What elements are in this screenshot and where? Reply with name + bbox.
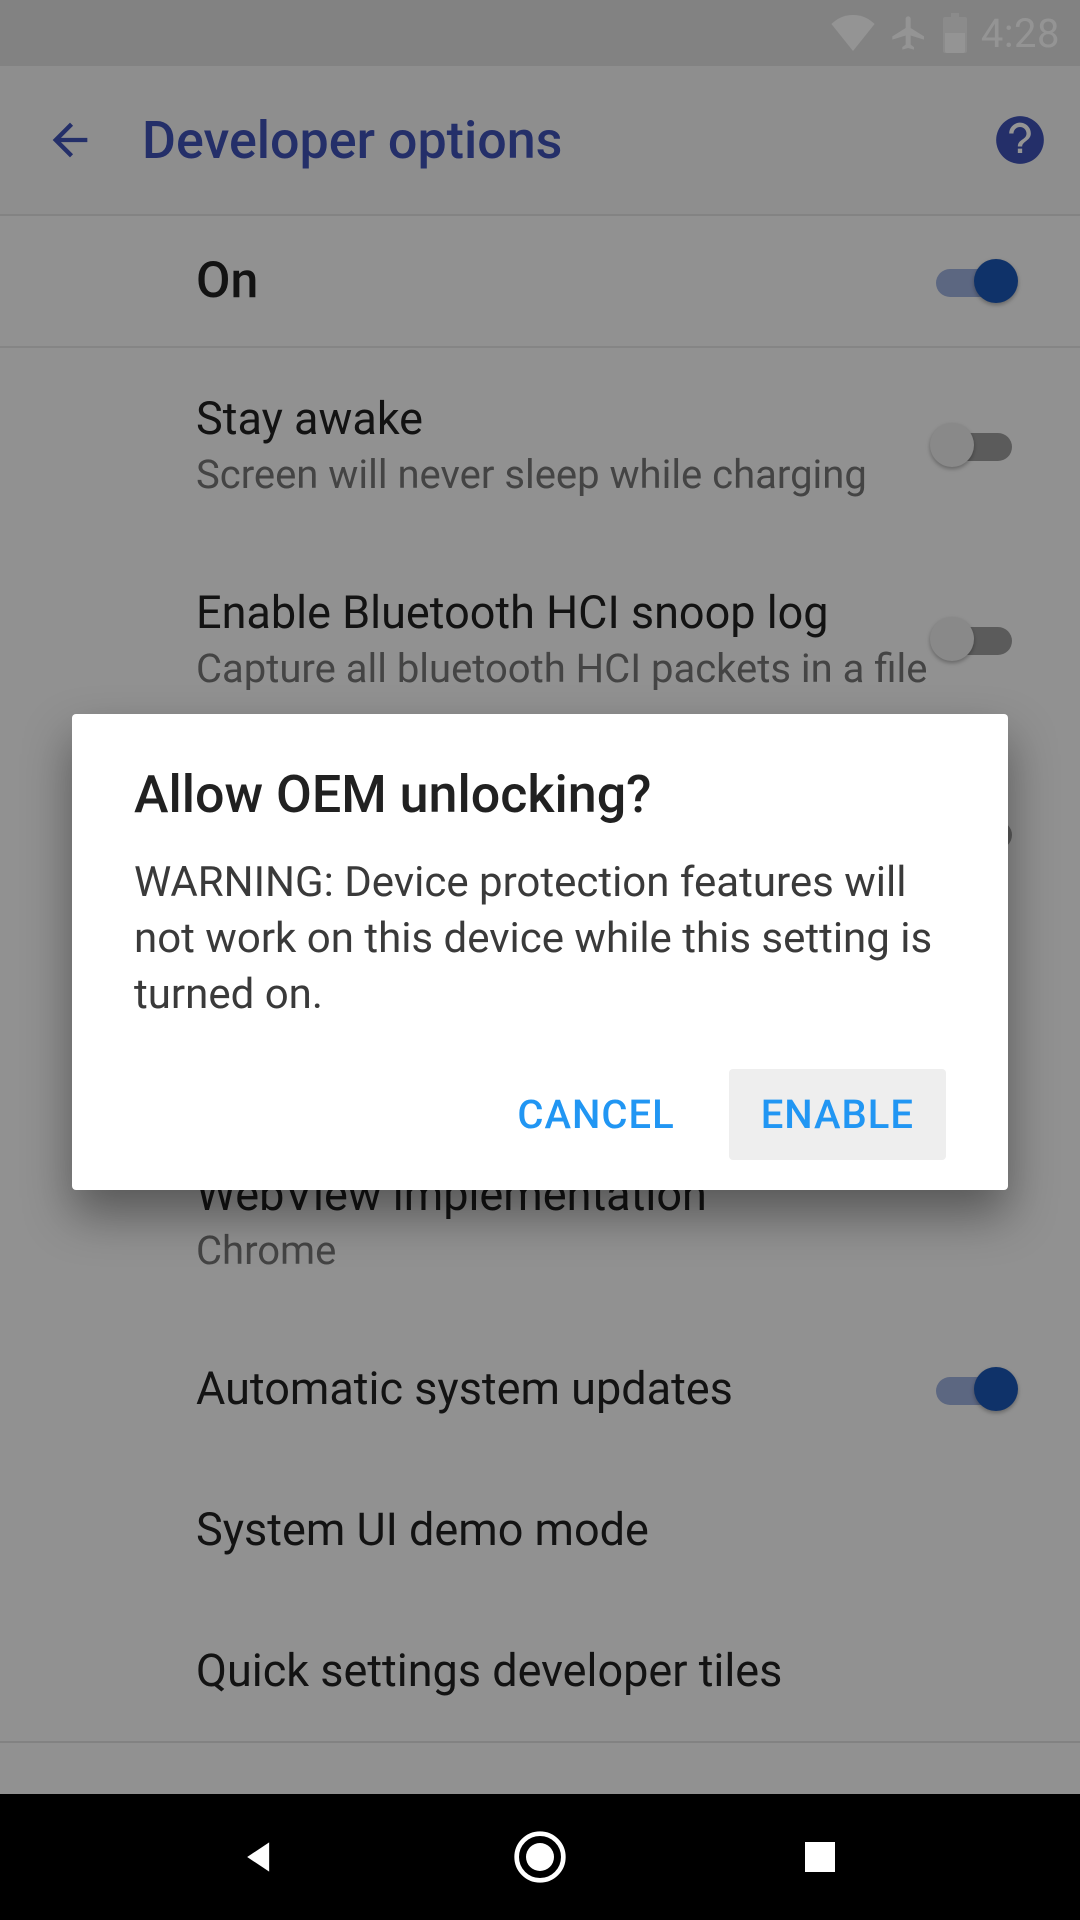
cancel-button[interactable]: CANCEL: [485, 1069, 706, 1160]
oem-unlock-dialog: Allow OEM unlocking? WARNING: Device pro…: [72, 714, 1008, 1190]
nav-recents-button[interactable]: [780, 1817, 860, 1897]
enable-button[interactable]: ENABLE: [729, 1069, 946, 1160]
navigation-bar: [0, 1794, 1080, 1920]
nav-back-button[interactable]: [220, 1817, 300, 1897]
dialog-title: Allow OEM unlocking?: [134, 764, 946, 825]
dialog-body: WARNING: Device protection features will…: [134, 855, 946, 1023]
nav-home-button[interactable]: [500, 1817, 580, 1897]
dialog-actions: CANCEL ENABLE: [134, 1069, 946, 1160]
